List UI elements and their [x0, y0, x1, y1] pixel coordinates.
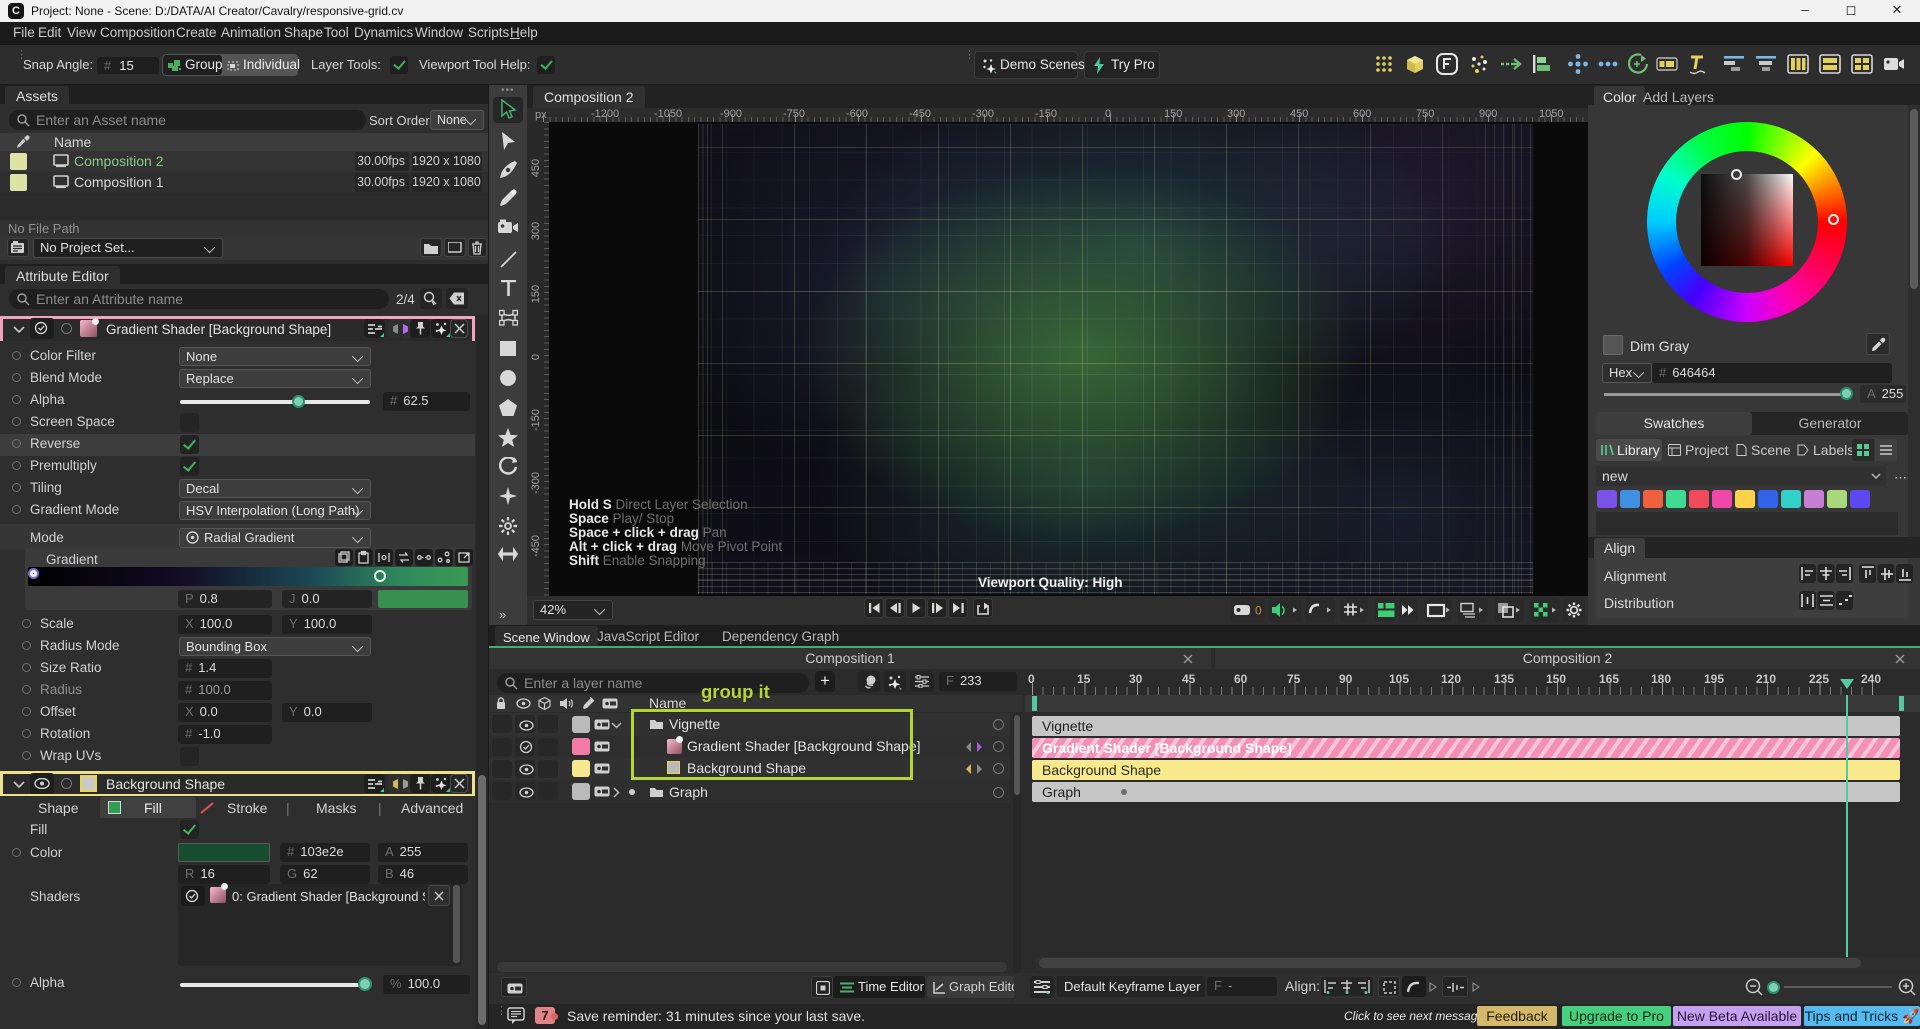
svg-text:0: 0 — [1255, 604, 1262, 618]
